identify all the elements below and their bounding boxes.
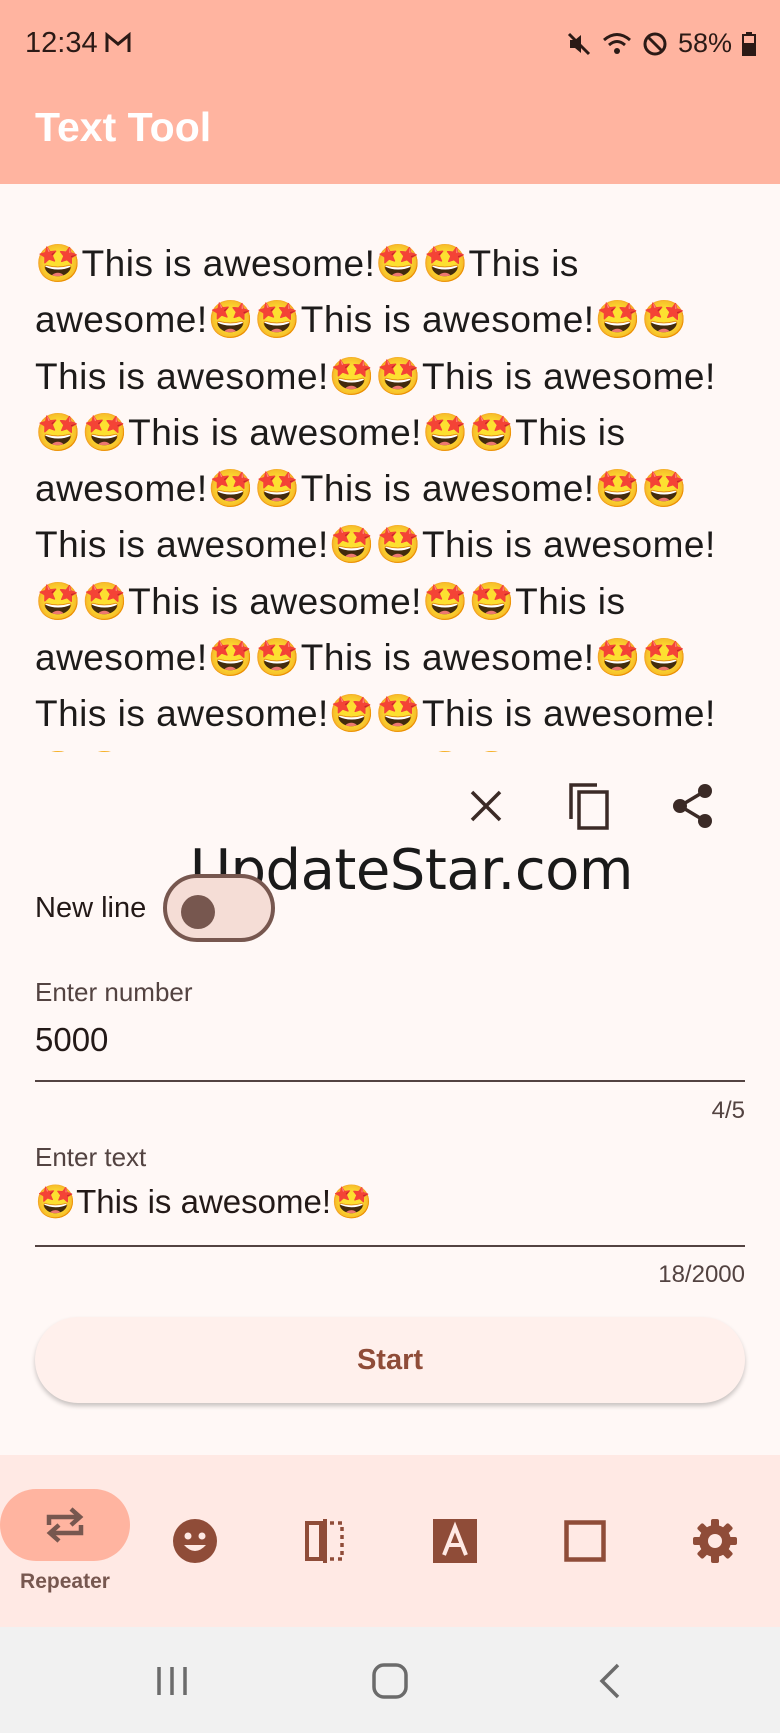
battery-level: 58%	[677, 28, 732, 58]
home-icon	[372, 1663, 408, 1699]
nav-label-repeater: Repeater	[20, 1570, 110, 1593]
font-icon	[433, 1519, 477, 1563]
app-title: Text Tool	[35, 104, 212, 150]
text-field-underline	[35, 1245, 745, 1247]
square-icon	[564, 1520, 606, 1562]
new-line-label: New line	[35, 892, 147, 924]
nav-item-square[interactable]	[520, 1455, 650, 1627]
copy-icon	[569, 783, 609, 830]
nav-item-emoji[interactable]	[130, 1455, 260, 1627]
number-field[interactable]: 5000	[35, 1021, 108, 1059]
nav-item-repeater[interactable]: Repeater	[0, 1455, 130, 1627]
bottom-nav: Repeater	[0, 1455, 780, 1627]
back-icon	[599, 1663, 620, 1699]
text-field-label: Enter text	[35, 1142, 147, 1172]
wifi-icon	[602, 31, 632, 57]
switch-knob	[181, 895, 215, 929]
repeated-text-output[interactable]: 🤩This is awesome!🤩🤩This is awesome!🤩🤩Thi…	[35, 236, 735, 752]
start-button[interactable]: Start	[35, 1317, 745, 1403]
status-bar: 12:34 58%	[0, 0, 780, 88]
nav-item-font[interactable]	[390, 1455, 520, 1627]
emoji-icon	[172, 1518, 218, 1564]
share-button[interactable]	[666, 776, 720, 836]
text-field[interactable]: 🤩This is awesome!🤩	[35, 1183, 372, 1222]
app-bar: Text Tool	[0, 88, 780, 184]
nav-item-settings[interactable]	[650, 1455, 780, 1627]
clear-icon	[470, 790, 502, 822]
number-field-counter: 4/5	[711, 1097, 745, 1124]
share-icon	[673, 784, 712, 828]
number-field-underline	[35, 1080, 745, 1082]
repeat-icon	[43, 1503, 87, 1547]
number-field-label: Enter number	[35, 977, 193, 1007]
gmail-icon	[105, 31, 131, 54]
recent-apps-icon	[157, 1667, 187, 1695]
text-field-counter: 18/2000	[658, 1261, 745, 1288]
system-nav-bar	[0, 1627, 780, 1733]
copy-button[interactable]	[562, 776, 616, 836]
new-line-switch[interactable]	[163, 874, 275, 942]
mirror-icon	[304, 1518, 346, 1564]
back-button[interactable]	[598, 1663, 622, 1704]
nav-item-mirror[interactable]	[260, 1455, 390, 1627]
recent-apps-button[interactable]	[155, 1665, 189, 1702]
clear-button[interactable]	[459, 778, 513, 834]
battery-icon	[742, 31, 756, 56]
home-button[interactable]	[372, 1663, 408, 1704]
mute-icon	[566, 31, 592, 57]
status-icons: 58%	[566, 28, 756, 59]
do-not-disturb-icon	[642, 31, 668, 57]
status-time: 12:34	[25, 27, 98, 59]
settings-icon	[692, 1518, 738, 1564]
